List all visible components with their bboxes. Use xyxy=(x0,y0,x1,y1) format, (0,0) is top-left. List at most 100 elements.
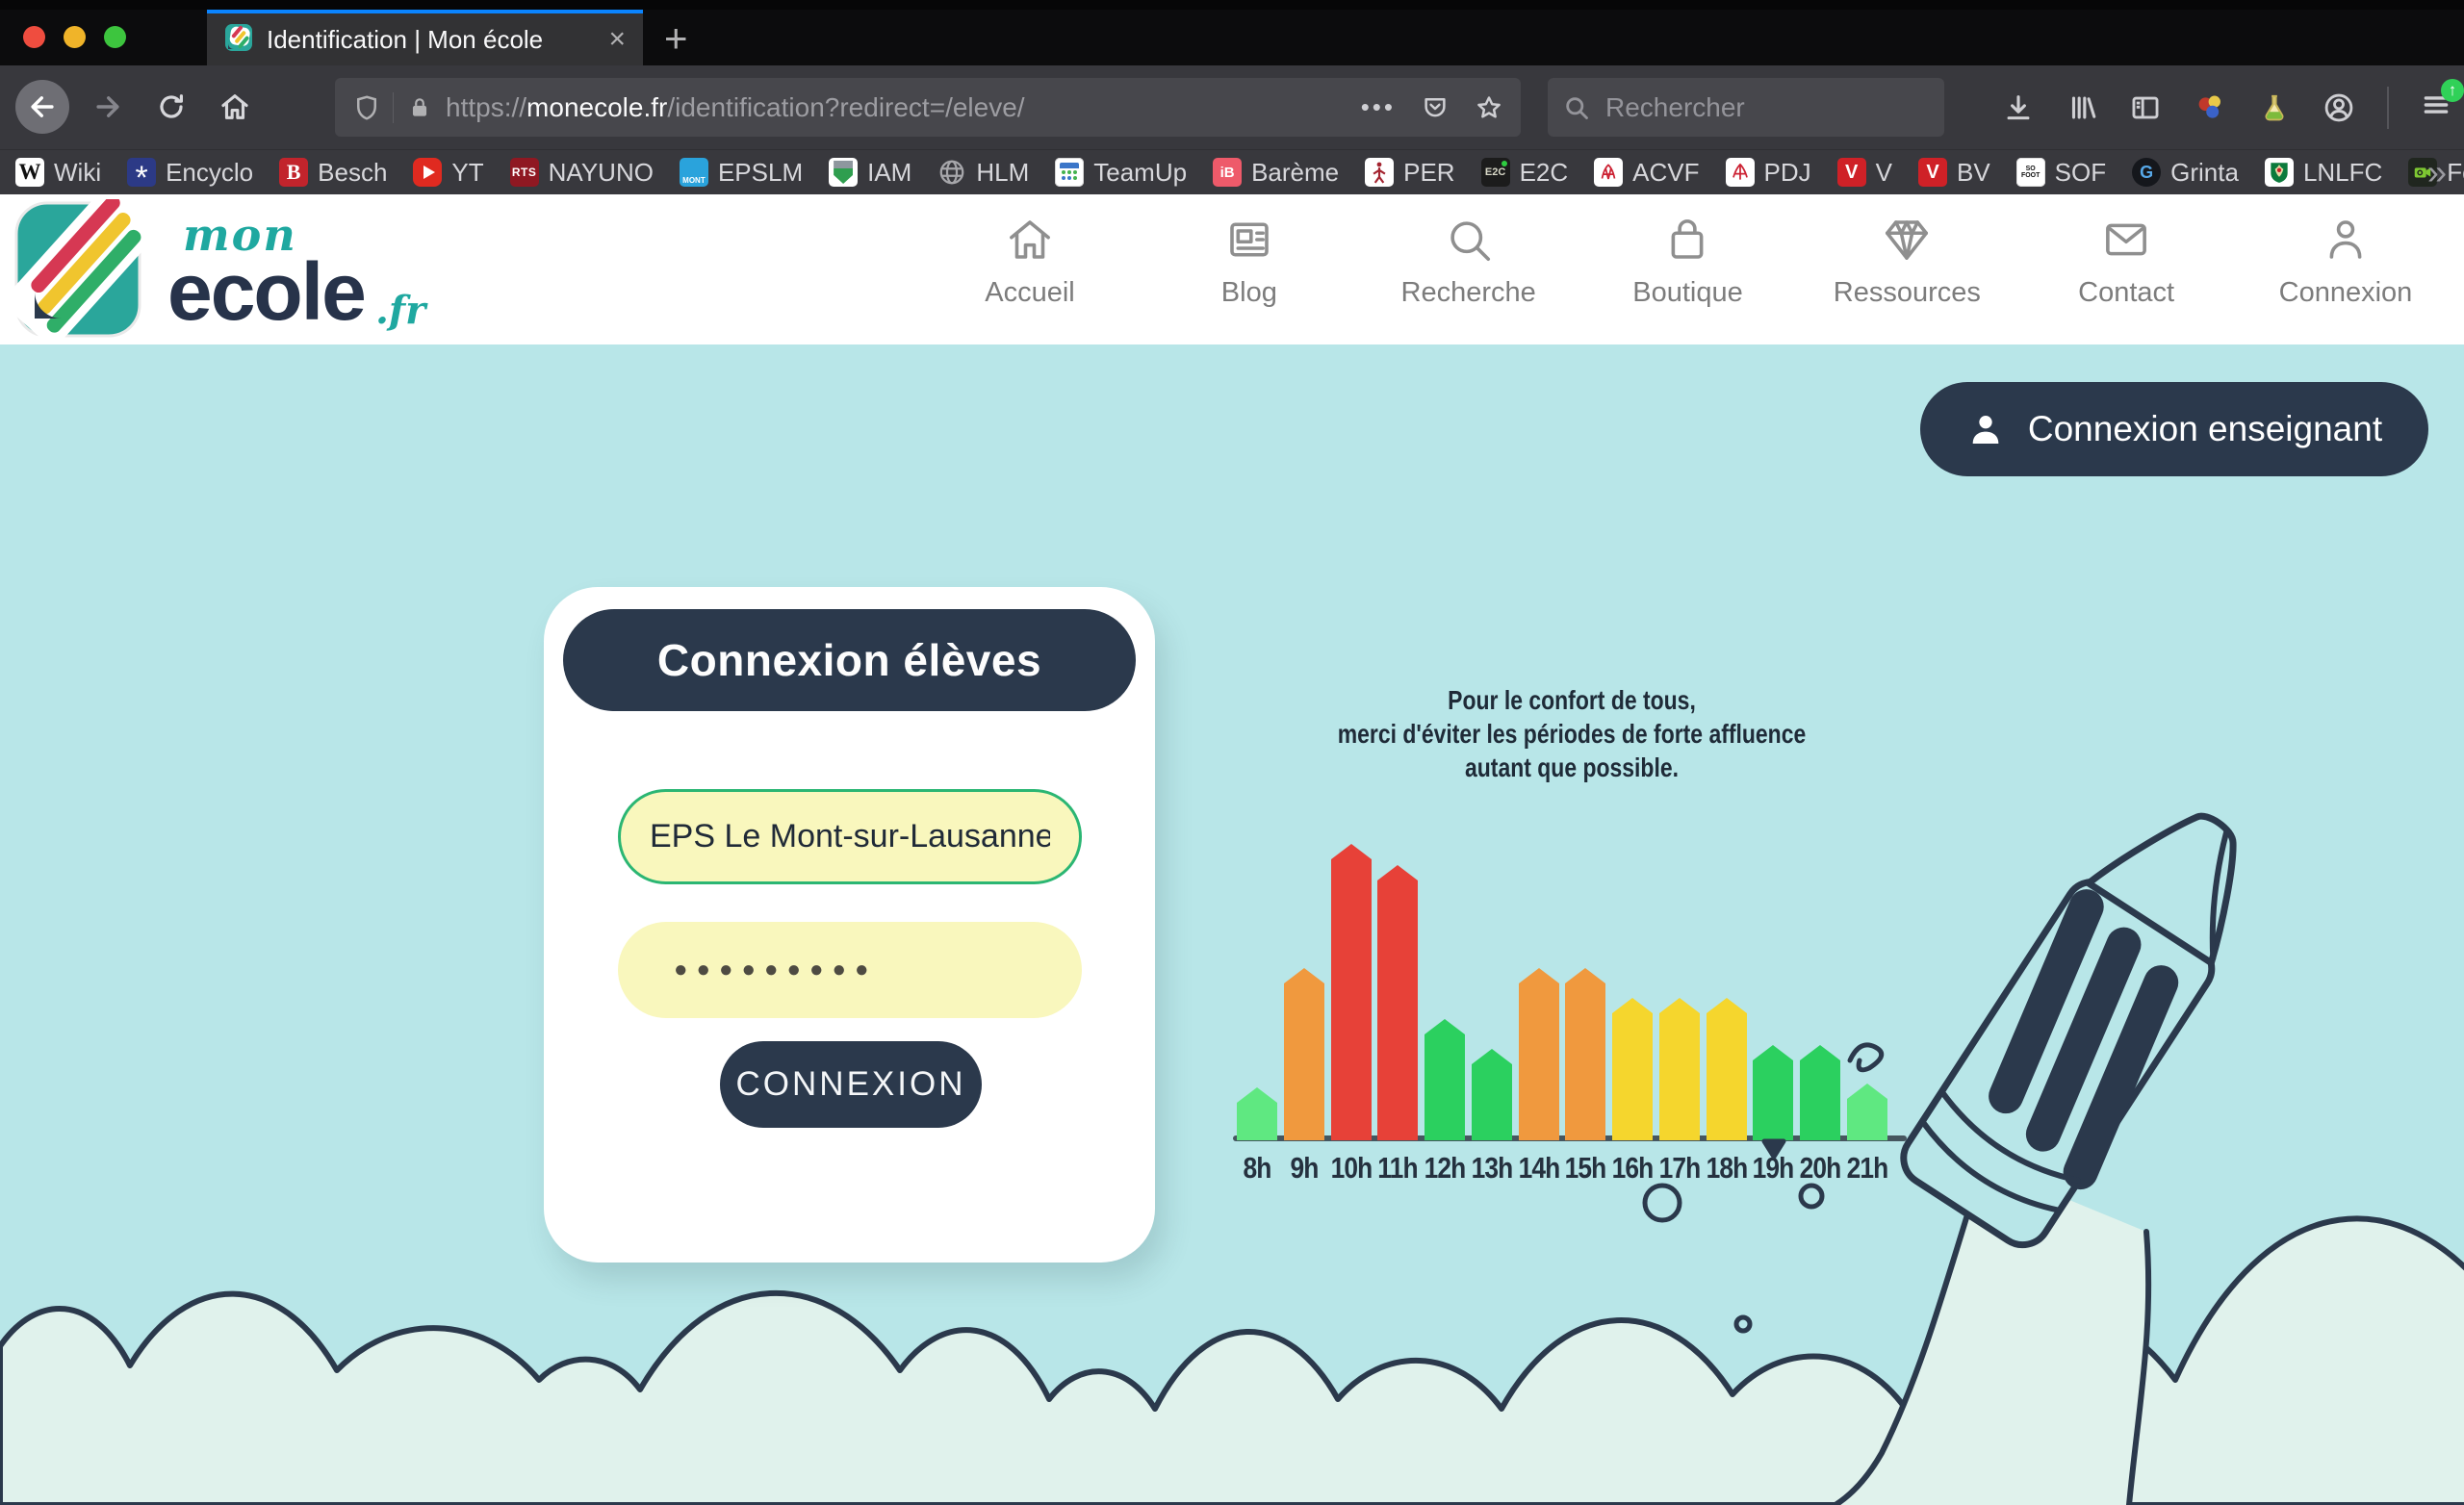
library-icon[interactable] xyxy=(2066,91,2098,124)
chart-x-label: 13h xyxy=(1463,1151,1521,1186)
search-bar[interactable] xyxy=(1548,78,1944,137)
bookmark-pdj[interactable]: PDJ xyxy=(1726,158,1811,188)
bookmark-wiki[interactable]: WWiki xyxy=(15,158,101,188)
forward-arrow-icon xyxy=(91,90,124,123)
bookmark-e2c[interactable]: E2CE2C xyxy=(1481,158,1569,188)
back-button[interactable] xyxy=(15,80,69,134)
connexion-submit-button[interactable]: CONNEXION xyxy=(720,1041,982,1128)
chart-x-label: 20h xyxy=(1791,1151,1849,1186)
reload-button[interactable] xyxy=(144,80,198,134)
browser-window: Identification | Mon école × + https://m… xyxy=(0,0,2464,1505)
url-scheme: https:// xyxy=(446,92,526,122)
bookmark-nayuno[interactable]: RTSNAYUNO xyxy=(510,158,654,188)
chart-x-label: 14h xyxy=(1510,1151,1568,1186)
nav-item-connexion[interactable]: Connexion xyxy=(2264,214,2427,309)
chart-bar-15h xyxy=(1565,968,1605,1140)
bookmarks-overflow-icon[interactable]: » xyxy=(2427,152,2447,192)
chart-bar-8h xyxy=(1237,1087,1277,1140)
update-badge-icon: ↑ xyxy=(2441,79,2464,102)
lnlfc-crest-icon xyxy=(2265,158,2294,187)
bookmark-epslm[interactable]: MONTEPSLM xyxy=(680,158,803,188)
notice-line: merci d'éviter les périodes de forte aff… xyxy=(1276,717,1868,751)
url-bar[interactable]: https://monecole.fr/identification?redir… xyxy=(335,78,1521,137)
wikipedia-icon: W xyxy=(15,158,44,187)
bookmark-encyclo[interactable]: *Encyclo xyxy=(127,158,253,188)
downloads-icon[interactable] xyxy=(2002,91,2035,124)
pocket-icon[interactable] xyxy=(1421,93,1450,122)
bookmark-lnlfc[interactable]: LNLFC xyxy=(2265,158,2382,188)
teacher-login-button[interactable]: Connexion enseignant xyxy=(1920,382,2428,476)
chart-x-label: 18h xyxy=(1698,1151,1756,1186)
forward-button[interactable] xyxy=(81,80,135,134)
nav-item-recherche[interactable]: Recherche xyxy=(1387,214,1551,309)
home-icon xyxy=(218,90,251,123)
student-login-card: Connexion élèves CONNEXION xyxy=(544,587,1155,1263)
new-tab-button[interactable]: + xyxy=(664,15,688,62)
bookmark-teamup[interactable]: TeamUp xyxy=(1055,158,1187,188)
active-tab[interactable]: Identification | Mon école × xyxy=(207,10,643,65)
zoom-window-button[interactable] xyxy=(104,26,126,48)
bookmark-iam[interactable]: IAM xyxy=(829,158,911,188)
pencil-rocket-illustration xyxy=(1829,712,2368,1505)
lock-icon xyxy=(407,95,432,120)
close-window-button[interactable] xyxy=(23,26,45,48)
bookmark-bv[interactable]: VBV xyxy=(1918,158,1990,188)
reload-icon xyxy=(156,91,187,122)
chart-x-label: 16h xyxy=(1604,1151,1661,1186)
teacher-login-label: Connexion enseignant xyxy=(2028,409,2382,449)
bookmark-sof[interactable]: SOFOOTSOF xyxy=(2016,158,2106,188)
macos-menubar-sliver xyxy=(0,0,2464,10)
nav-item-ressources[interactable]: Ressources xyxy=(1825,214,1989,309)
page-actions-icon[interactable]: ••• xyxy=(1361,92,1396,122)
menu-button[interactable]: ↑ xyxy=(2420,89,2452,126)
bookmark-grinta[interactable]: GGrinta xyxy=(2132,158,2239,188)
bookmark-label: V xyxy=(1876,158,1892,188)
search-input[interactable] xyxy=(1604,91,1892,124)
tab-close-icon[interactable]: × xyxy=(608,25,626,54)
molecules-extension-icon[interactable] xyxy=(2193,90,2227,125)
nav-item-boutique[interactable]: Boutique xyxy=(1605,214,1769,309)
chart-bar-12h xyxy=(1424,1019,1465,1140)
monecole-logo-icon xyxy=(13,199,142,340)
search-icon xyxy=(1443,214,1495,266)
nav-item-accueil[interactable]: Accueil xyxy=(948,214,1112,309)
site-logo[interactable]: mon ecole .fr xyxy=(13,199,431,340)
bookmark-yt[interactable]: YT xyxy=(413,158,483,188)
bookmark-besch[interactable]: BBesch xyxy=(279,158,387,188)
bookmark-barème[interactable]: iBBarème xyxy=(1213,158,1339,188)
sidebar-toggle-icon[interactable] xyxy=(2129,91,2162,124)
bookmark-hlm[interactable]: HLM xyxy=(937,158,1029,188)
site-header: mon ecole .fr Accueil Blog Recherche Boutiq… xyxy=(0,194,2464,344)
notice-line: Pour le confort de tous, xyxy=(1276,683,1868,717)
password-input[interactable] xyxy=(618,922,1082,1018)
nav-item-blog[interactable]: Blog xyxy=(1168,214,1331,309)
divider xyxy=(393,92,394,123)
home-button[interactable] xyxy=(208,80,262,134)
flask-extension-icon[interactable] xyxy=(2258,91,2291,124)
bookmark-star-icon[interactable] xyxy=(1475,93,1503,122)
bookmark-label: NAYUNO xyxy=(549,158,654,188)
person-icon xyxy=(1966,410,2005,448)
bookmark-label: YT xyxy=(451,158,483,188)
envelope-icon xyxy=(2100,214,2152,266)
bookmark-acvf[interactable]: ACVF xyxy=(1594,158,1699,188)
hero-section: Pour le confort de tous,merci d'éviter l… xyxy=(0,344,2464,1505)
bookmark-label: IAM xyxy=(867,158,911,188)
chart-x-label: 17h xyxy=(1651,1151,1708,1186)
tracking-shield-icon[interactable] xyxy=(352,93,381,122)
bookmark-v[interactable]: VV xyxy=(1837,158,1892,188)
globe-icon xyxy=(937,158,966,187)
chart-bar-16h xyxy=(1612,998,1653,1140)
diamond-icon xyxy=(1881,214,1933,266)
logo-name: ecole xyxy=(167,245,365,339)
minimize-window-button[interactable] xyxy=(64,26,86,48)
teamup-icon xyxy=(1055,158,1084,187)
nav-item-contact[interactable]: Contact xyxy=(2044,214,2208,309)
chart-x-label: 19h xyxy=(1744,1151,1802,1186)
encyclo-icon: * xyxy=(127,158,156,187)
school-input[interactable] xyxy=(618,789,1082,884)
account-icon[interactable] xyxy=(2322,90,2356,125)
bookmark-label: PDJ xyxy=(1764,158,1811,188)
decorative-bubbles xyxy=(0,344,2464,1505)
bookmark-per[interactable]: PER xyxy=(1365,158,1454,188)
